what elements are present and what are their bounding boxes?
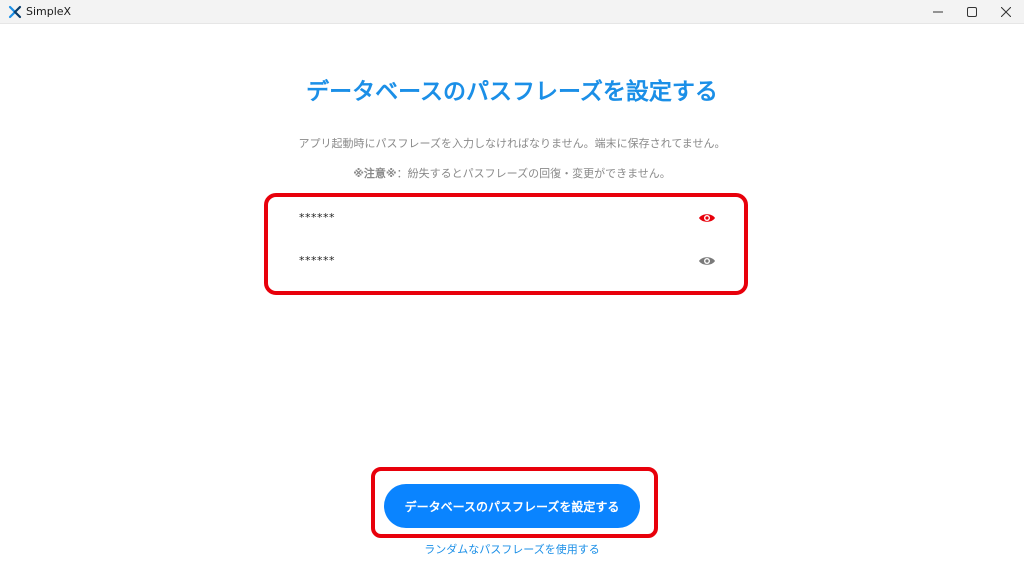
warning-label: ※注意※ [353,167,397,180]
confirm-passphrase-field[interactable]: ****** [284,247,726,275]
eye-icon[interactable] [698,210,716,226]
set-passphrase-button[interactable]: データベースのパスフレーズを設定する [384,484,640,528]
maximize-button[interactable] [955,0,989,24]
passphrase-field[interactable]: ****** [284,204,726,232]
close-button[interactable] [989,0,1023,24]
use-random-passphrase-link[interactable]: ランダムなパスフレーズを使用する [0,542,1024,558]
description-text: アプリ起動時にパスフレーズを入力しなければなりません。端末に保存されてません。 [298,137,726,150]
warning-message: ：紛失するとパスフレーズの回復・変更ができません。 [396,167,671,180]
window-title: SimpleX [26,5,72,18]
page-title: データベースのパスフレーズを設定する [306,79,718,105]
maximize-icon [967,7,977,17]
minimize-button[interactable] [921,0,955,24]
minimize-icon [933,11,943,13]
warning-text: ※注意※：紛失するとパスフレーズの回復・変更ができません。 [0,166,1024,182]
simplex-logo-icon [8,5,22,19]
passphrase-value: ****** [299,211,335,224]
eye-icon[interactable] [698,253,716,269]
title-bar: SimpleX [0,0,1024,24]
close-icon [1001,7,1011,17]
confirm-passphrase-value: ****** [299,254,335,267]
app-window: SimpleX データベースのパスフレーズを設定する アプリ起動時にパスフレーズ… [0,0,1024,576]
